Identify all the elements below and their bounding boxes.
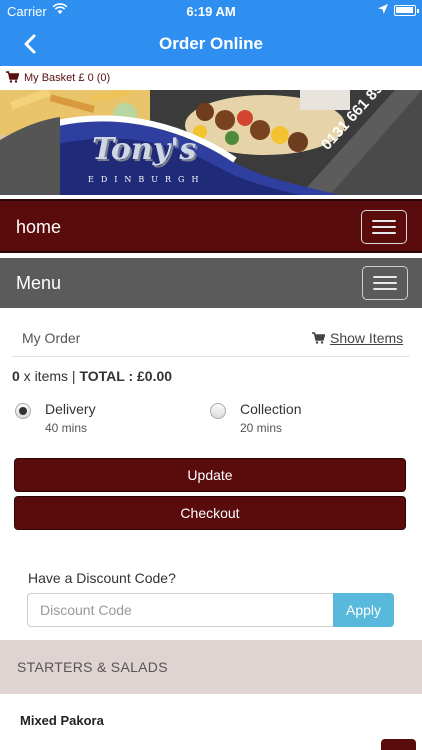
apply-button[interactable]: Apply [333,593,394,627]
order-summary: 0 x items | TOTAL : £0.00 [12,368,172,384]
restaurant-logo: Tony's [92,132,197,167]
order-panel: My Order Show Items 0 x items | TOTAL : … [0,308,422,640]
page-title: Order Online [159,34,263,53]
hamburger-icon [372,220,396,222]
menu-item: Mixed Pakora [0,694,422,750]
menu-item-name: Mixed Pakora [20,713,104,728]
delivery-label: Delivery [45,401,96,417]
location-arrow-icon [378,4,388,14]
cart-icon [6,71,19,83]
collection-label: Collection [240,401,302,417]
collection-time: 20 mins [240,421,283,435]
home-menu-toggle[interactable] [361,210,407,244]
category-label: STARTERS & SALADS [17,659,168,675]
show-items-label: Show Items [330,330,404,346]
menu-nav-bar: Menu [0,258,422,308]
add-item-button[interactable] [381,739,416,750]
clock: 6:19 AM [186,4,236,19]
items-text: x items | [19,368,80,384]
restaurant-banner: Tony's EDINBURGH 0131 661 8935 [0,90,422,195]
order-total: TOTAL : £0.00 [79,368,173,384]
home-nav-bar: home [0,199,422,253]
item-count: 0 [12,368,20,384]
divider [12,356,410,357]
collection-radio[interactable] [210,403,226,419]
my-order-heading: My Order [22,330,81,346]
nav-bar: Order Online [0,22,422,66]
basket-link[interactable]: My Basket £ 0 (0) [0,66,422,90]
update-button[interactable]: Update [14,458,406,492]
home-link[interactable]: home [16,217,61,238]
basket-summary: My Basket £ 0 (0) [24,72,111,84]
cart-icon [312,332,325,344]
checkout-button[interactable]: Checkout [14,496,406,530]
show-items-link[interactable]: Show Items [312,330,403,346]
delivery-radio[interactable] [15,403,31,419]
delivery-time: 40 mins [45,421,88,435]
discount-question: Have a Discount Code? [28,570,176,586]
restaurant-city: EDINBURGH [88,175,206,184]
menu-toggle[interactable] [362,266,408,300]
battery-icon [394,5,419,16]
status-bar: Carrier 6:19 AM [0,0,422,22]
discount-code-input[interactable]: Discount Code [27,593,333,627]
hamburger-icon [373,276,397,278]
category-header[interactable]: STARTERS & SALADS [0,640,422,694]
menu-title: Menu [16,273,62,293]
